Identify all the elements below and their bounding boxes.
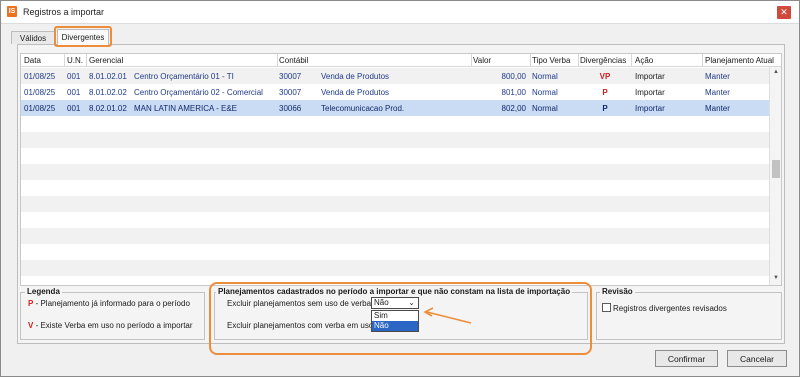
cell-valor: 800,00	[501, 72, 526, 81]
annotation-arrow-icon	[423, 307, 472, 324]
legend-item-v: V - Existe Verba em uso no período a imp…	[28, 321, 193, 330]
cell-contabil-code: 30007	[279, 88, 302, 97]
cell-contabil-code: 30066	[279, 104, 302, 113]
cell-un: 001	[67, 88, 81, 97]
confirm-button[interactable]: Confirmar	[655, 350, 718, 367]
cell-un: 001	[67, 72, 81, 81]
title-bar: IS Registros a importar ✕	[1, 1, 799, 24]
column-header-data[interactable]: Data	[24, 56, 41, 65]
scroll-up-icon[interactable]: ▲	[772, 69, 780, 77]
cell-tipo-verba: Normal	[532, 72, 558, 81]
empty-row	[21, 116, 769, 132]
cell-gerencial-desc: Centro Orçamentário 02 - Comercial	[134, 88, 263, 97]
cell-un: 001	[67, 104, 81, 113]
scrollbar-thumb[interactable]	[772, 160, 780, 178]
window-title: Registros a importar	[23, 7, 105, 17]
cell-divergencias: P	[602, 88, 608, 97]
empty-row	[21, 180, 769, 196]
legend-item-p: P - Planejamento já informado para o per…	[28, 299, 190, 308]
cell-divergencias: P	[602, 104, 608, 113]
tab-label: Válidos	[19, 33, 47, 43]
revised-checkbox-label[interactable]: Registros divergentes revisados	[613, 304, 727, 313]
cell-contabil-desc: Venda de Produtos	[321, 72, 390, 81]
empty-row	[21, 260, 769, 276]
app-icon: IS	[7, 6, 17, 17]
cell-gerencial-code: 8.01.02.02	[89, 88, 127, 97]
tab-highlight-annotation	[54, 26, 112, 47]
cell-planejamento[interactable]: Manter	[705, 88, 730, 97]
empty-row	[21, 164, 769, 180]
grid-header: Data U.N. Gerencial Contábil Valor Tipo …	[21, 54, 781, 67]
close-button[interactable]: ✕	[777, 6, 791, 19]
cancel-label: Cancelar	[739, 353, 775, 364]
cell-data: 01/08/25	[24, 104, 56, 113]
confirm-label: Confirmar	[667, 353, 706, 364]
empty-row	[21, 196, 769, 212]
cell-planejamento[interactable]: Manter	[705, 104, 730, 113]
cell-tipo-verba: Normal	[532, 88, 558, 97]
cell-tipo-verba: Normal	[532, 104, 558, 113]
column-header-tipo-verba[interactable]: Tipo Verba	[532, 56, 570, 65]
column-header-planejamento-atual[interactable]: Planejamento Atual	[705, 56, 774, 65]
cell-data: 01/08/25	[24, 88, 56, 97]
column-header-divergencias[interactable]: Divergências	[580, 56, 626, 65]
empty-row	[21, 132, 769, 148]
legend-code: V	[28, 321, 34, 330]
cell-acao[interactable]: Importar	[635, 88, 665, 97]
legend-text: - Planejamento já informado para o perío…	[35, 299, 190, 308]
column-header-acao[interactable]: Ação	[635, 56, 653, 65]
cell-contabil-desc: Telecomunicacao Prod.	[321, 104, 405, 113]
cell-acao[interactable]: Importar	[635, 104, 665, 113]
cell-contabil-code: 30007	[279, 72, 302, 81]
table-row[interactable]: 01/08/25 001 8.01.02.01 Centro Orçamentá…	[21, 68, 769, 84]
table-row-selected[interactable]: 01/08/25 001 8.02.01.02 MAN LATIN AMERIC…	[21, 100, 769, 116]
column-header-gerencial[interactable]: Gerencial	[89, 56, 123, 65]
revisao-group	[596, 292, 782, 340]
cell-valor: 801,00	[501, 88, 526, 97]
cell-planejamento[interactable]: Manter	[705, 72, 730, 81]
column-header-valor[interactable]: Valor	[473, 56, 491, 65]
vertical-scrollbar[interactable]: ▲ ▼	[769, 67, 781, 285]
revisao-title: Revisão	[600, 287, 635, 296]
legend-text: - Existe Verba em uso no período a impor…	[35, 321, 193, 330]
cell-valor: 802,00	[501, 104, 526, 113]
cell-contabil-desc: Venda de Produtos	[321, 88, 390, 97]
empty-row	[21, 244, 769, 260]
cell-acao[interactable]: Importar	[635, 72, 665, 81]
cell-gerencial-code: 8.01.02.01	[89, 72, 127, 81]
cell-divergencias: VP	[599, 72, 611, 81]
legend-title: Legenda	[25, 287, 62, 296]
legend-code: P	[28, 299, 34, 308]
scroll-down-icon[interactable]: ▼	[772, 275, 780, 283]
column-header-un[interactable]: U.N.	[67, 56, 83, 65]
dialog-window: IS Registros a importar ✕ Válidos Diverg…	[0, 0, 800, 377]
highlight-annotation-frame	[209, 282, 592, 355]
empty-row	[21, 148, 769, 164]
cell-gerencial-desc: Centro Orçamentário 01 - TI	[134, 72, 234, 81]
empty-row	[21, 228, 769, 244]
empty-row	[21, 212, 769, 228]
cancel-button[interactable]: Cancelar	[727, 350, 787, 367]
divergent-records-grid: Data U.N. Gerencial Contábil Valor Tipo …	[20, 53, 782, 286]
cell-data: 01/08/25	[24, 72, 56, 81]
table-row[interactable]: 01/08/25 001 8.01.02.02 Centro Orçamentá…	[21, 84, 769, 100]
tab-validos[interactable]: Válidos	[11, 31, 55, 44]
cell-gerencial-desc: MAN LATIN AMERICA - E&E	[134, 104, 237, 113]
column-header-contabil[interactable]: Contábil	[279, 56, 308, 65]
cell-gerencial-code: 8.02.01.02	[89, 104, 127, 113]
revised-checkbox[interactable]	[602, 303, 611, 312]
